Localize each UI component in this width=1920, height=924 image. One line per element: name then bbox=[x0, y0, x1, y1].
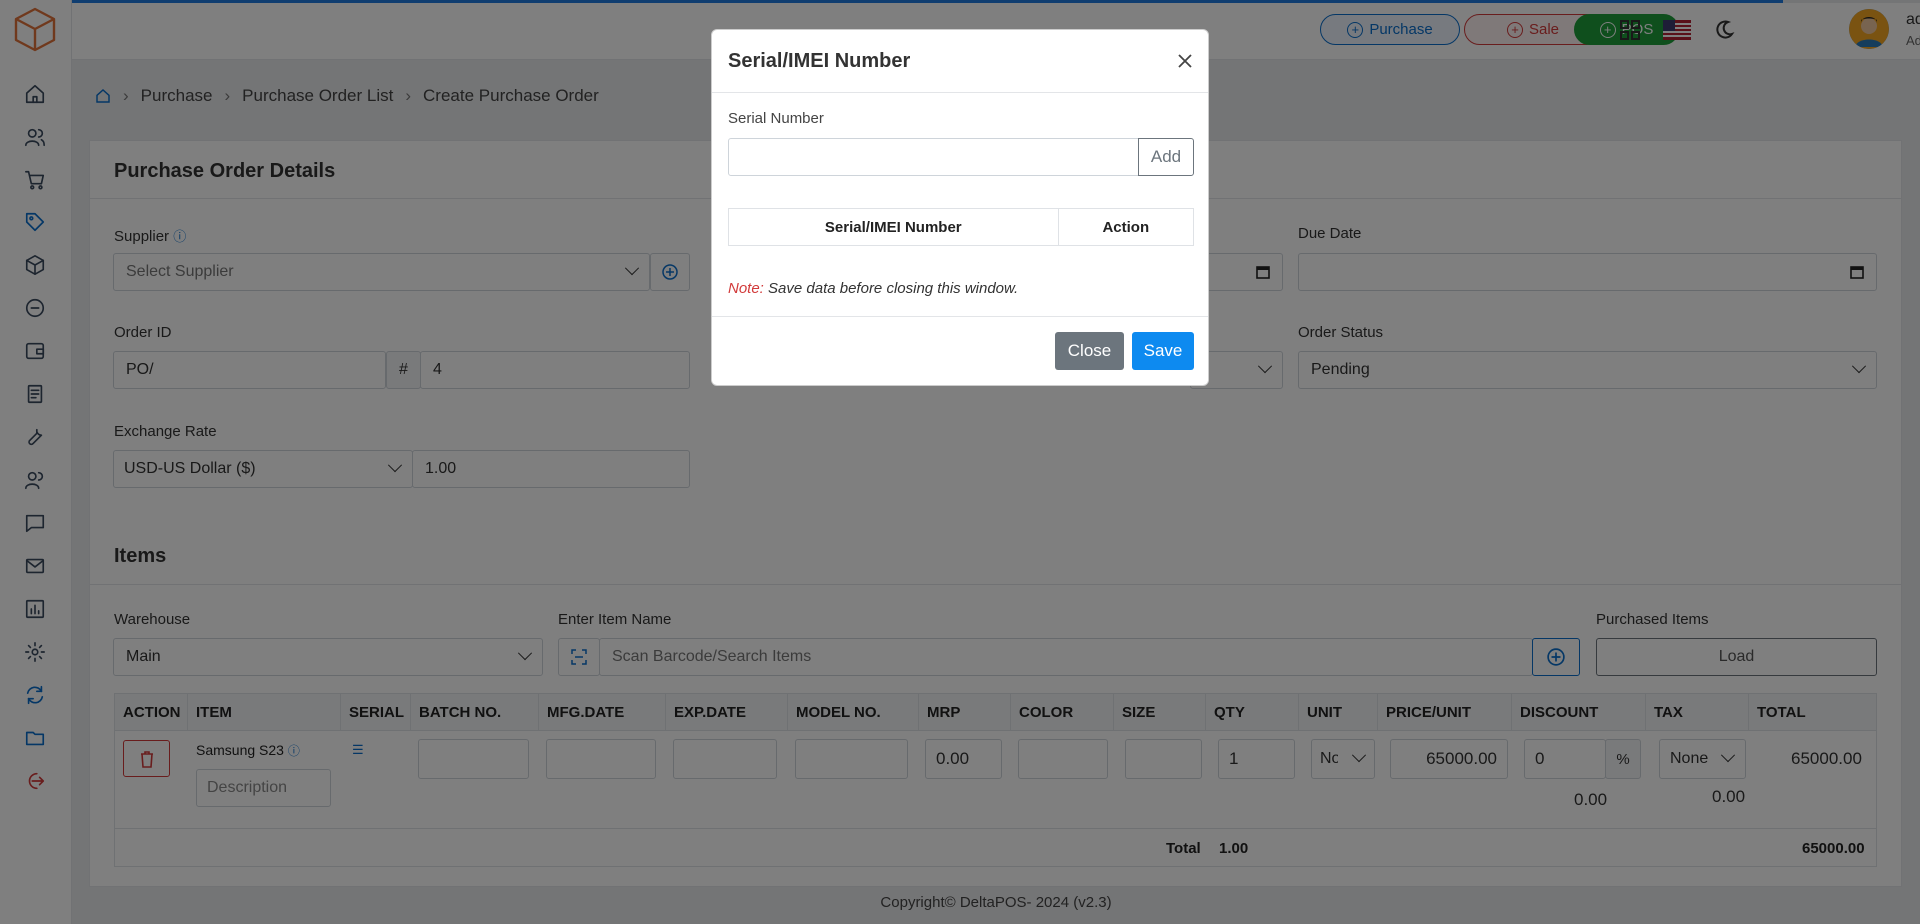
serial-number-input[interactable] bbox=[728, 138, 1139, 176]
col-action: Action bbox=[1102, 218, 1150, 236]
save-button[interactable]: Save bbox=[1132, 332, 1194, 370]
serial-table-header: Serial/IMEI Number Action bbox=[728, 208, 1194, 246]
close-icon[interactable] bbox=[1174, 50, 1196, 72]
serial-number-label: Serial Number bbox=[728, 110, 824, 127]
modal-title: Serial/IMEI Number bbox=[728, 50, 911, 72]
col-serial-imei: Serial/IMEI Number bbox=[729, 209, 1059, 245]
modal-note: Note: Save data before closing this wind… bbox=[728, 280, 1019, 297]
close-button[interactable]: Close bbox=[1055, 332, 1124, 370]
add-serial-button[interactable]: Add bbox=[1138, 138, 1194, 176]
serial-number-modal: Serial/IMEI Number Serial Number Add Ser… bbox=[711, 29, 1209, 386]
